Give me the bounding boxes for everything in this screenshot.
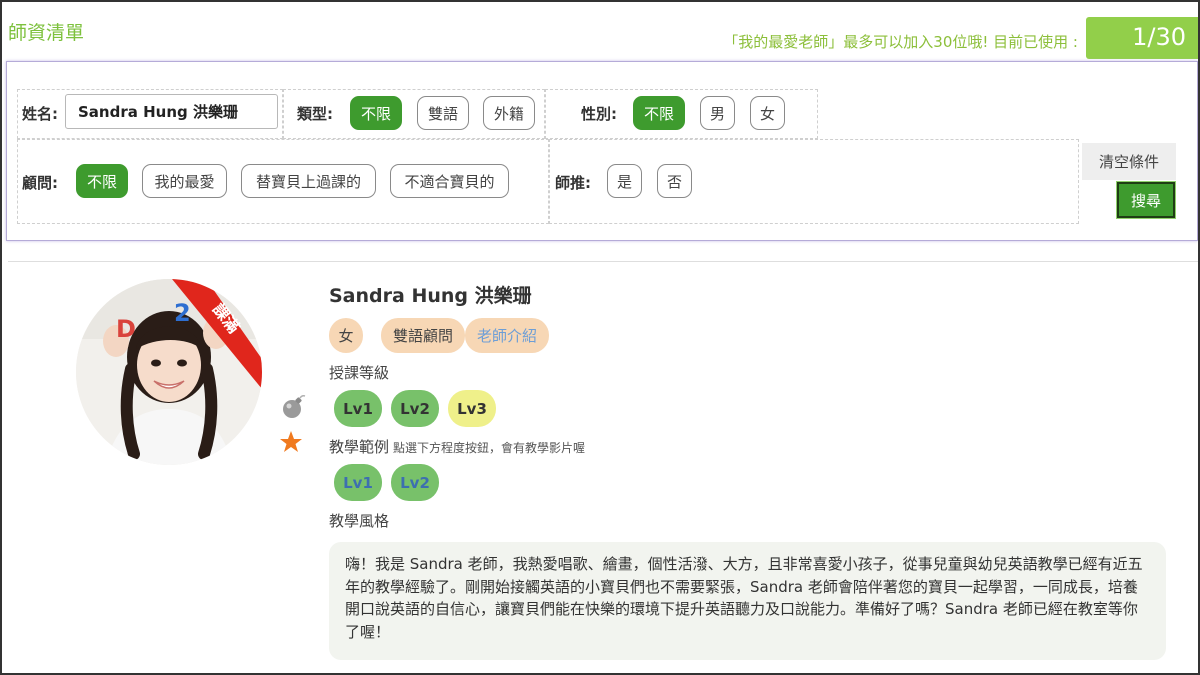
gender-option-male[interactable]: 男: [700, 96, 735, 130]
samples-label: 教學範例: [329, 438, 390, 456]
advisor-option-unsuitable[interactable]: 不適合寶貝的: [390, 164, 509, 198]
type-option-foreign[interactable]: 外籍: [483, 96, 535, 130]
bomb-icon[interactable]: [281, 394, 307, 420]
levels-label: 授課等級: [329, 364, 390, 382]
type-option-bilingual[interactable]: 雙語: [417, 96, 469, 130]
teacher-photo: D 2 課滿: [76, 279, 262, 465]
samples-hint: 點選下方程度按鈕，會有教學影片喔: [393, 441, 586, 455]
advisor-filter-label: 顧問:: [22, 174, 58, 192]
svg-text:2: 2: [174, 299, 191, 327]
type-filter-label: 類型:: [297, 105, 333, 123]
type-option-any[interactable]: 不限: [350, 96, 402, 130]
level-badge-lv3: Lv3: [448, 390, 496, 427]
clear-filters-button[interactable]: 清空條件: [1082, 143, 1176, 180]
tag-bilingual-advisor: 雙語顧問: [381, 318, 465, 353]
star-icon[interactable]: [279, 430, 303, 454]
filter-panel: 姓名: 類型: 不限 雙語 外籍 性別: 不限 男 女 顧問: 不限 我的最愛 …: [6, 61, 1198, 241]
teacher-intro-link[interactable]: 老師介紹: [465, 318, 549, 353]
recommend-option-no[interactable]: 否: [657, 164, 692, 198]
favorite-quota-badge: 1/30: [1086, 17, 1198, 59]
advisor-option-favorites[interactable]: 我的最愛: [142, 164, 227, 198]
tag-gender: 女: [329, 318, 363, 353]
section-divider: [8, 261, 1198, 262]
recommend-filter-label: 師推:: [555, 174, 591, 192]
gender-option-female[interactable]: 女: [750, 96, 785, 130]
name-search-input[interactable]: [65, 94, 278, 129]
level-badge-lv2: Lv2: [391, 390, 439, 427]
sample-video-lv2-button[interactable]: Lv2: [391, 464, 439, 501]
recommend-option-yes[interactable]: 是: [607, 164, 642, 198]
teacher-avatar[interactable]: D 2 課滿: [76, 279, 262, 465]
level-badge-lv1: Lv1: [334, 390, 382, 427]
teacher-name: Sandra Hung 洪樂珊: [329, 285, 532, 307]
sample-video-lv1-button[interactable]: Lv1: [334, 464, 382, 501]
samples-label-row: 教學範例 點選下方程度按鈕，會有教學影片喔: [329, 436, 585, 457]
gender-filter-label: 性別:: [581, 105, 617, 123]
teacher-intro-text: 嗨！我是 Sandra 老師，我熱愛唱歌、繪畫，個性活潑、大方，且非常喜愛小孩子…: [329, 542, 1166, 660]
teaching-style-label: 教學風格: [329, 512, 390, 530]
favorite-quota-text: 「我的最愛老師」最多可以加入30位哦! 目前已使用 :: [723, 33, 1078, 51]
search-button[interactable]: 搜尋: [1117, 182, 1175, 218]
gender-option-any[interactable]: 不限: [633, 96, 685, 130]
advisor-option-any[interactable]: 不限: [76, 164, 128, 198]
name-filter-label: 姓名:: [22, 105, 58, 123]
advisor-option-taught-before[interactable]: 替寶貝上過課的: [241, 164, 376, 198]
svg-text:D: D: [116, 315, 136, 343]
page-title: 師資清單: [8, 22, 85, 44]
